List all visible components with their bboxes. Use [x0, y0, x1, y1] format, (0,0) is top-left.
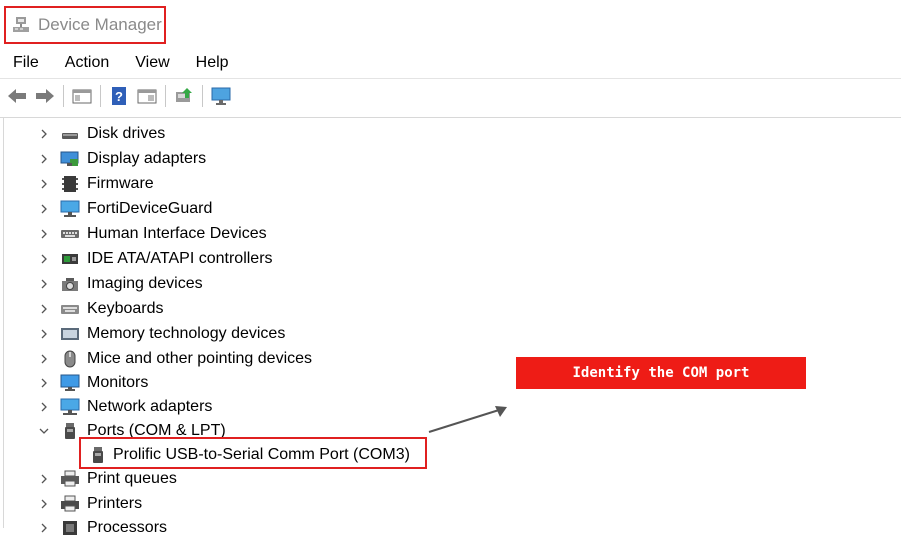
chevron-right-icon[interactable]	[38, 253, 50, 265]
title-highlight-box: Device Manager	[4, 6, 166, 44]
chevron-right-icon[interactable]	[38, 473, 50, 485]
printer-icon	[61, 495, 79, 512]
tree-item-label: Monitors	[87, 374, 149, 391]
chevron-right-icon[interactable]	[38, 228, 50, 240]
chevron-right-icon[interactable]	[38, 303, 50, 315]
toolbar-separator	[63, 85, 64, 107]
window-title: Device Manager	[38, 15, 162, 34]
tree-top-border	[0, 117, 901, 118]
toolbar-separator	[100, 85, 101, 107]
monitor-icon	[60, 374, 80, 391]
hid-icon	[61, 230, 79, 238]
chevron-down-icon[interactable]	[38, 425, 50, 437]
tree-item-label: Disk drives	[87, 125, 166, 142]
firmware-icon	[62, 176, 78, 192]
chevron-right-icon[interactable]	[38, 128, 50, 140]
chevron-right-icon[interactable]	[38, 278, 50, 290]
display-adapter-icon	[60, 151, 79, 166]
update-driver-icon[interactable]	[171, 83, 197, 109]
arrow-icon	[428, 406, 507, 433]
toolbar: ?	[4, 82, 236, 110]
tree-left-border	[3, 117, 4, 528]
menu-bar: File Action View Help	[0, 50, 242, 76]
back-arrow-icon[interactable]	[4, 83, 30, 109]
tree-item-label: Imaging devices	[87, 275, 203, 292]
callout-label: Identify the COM port	[516, 357, 806, 389]
tree-item-label: Mice and other pointing devices	[87, 350, 313, 367]
chevron-right-icon[interactable]	[38, 153, 50, 165]
tree-item-label: Keyboards	[87, 300, 164, 317]
chevron-right-icon[interactable]	[38, 498, 50, 510]
print-queue-icon	[61, 470, 79, 487]
memory-device-icon	[61, 328, 79, 340]
tree-item-label: Printers	[87, 495, 143, 512]
tree-item-label: IDE ATA/ATAPI controllers	[87, 250, 273, 267]
forward-arrow-icon[interactable]	[32, 83, 58, 109]
tree-item-label: FortiDeviceGuard	[87, 200, 213, 217]
port-icon	[65, 423, 75, 439]
scan-hardware-changes-icon[interactable]	[208, 83, 234, 109]
svg-text:?: ?	[115, 89, 123, 104]
com-port-highlight-box	[79, 437, 427, 469]
chevron-right-icon[interactable]	[38, 353, 50, 365]
tree-item-label: Firmware	[87, 175, 154, 192]
menu-view[interactable]: View	[122, 54, 182, 72]
device-manager-icon	[12, 16, 30, 34]
chevron-right-icon[interactable]	[38, 178, 50, 190]
ide-controller-icon	[62, 254, 78, 264]
tree-item-label: Human Interface Devices	[87, 225, 267, 242]
imaging-device-icon	[62, 278, 78, 291]
chevron-right-icon[interactable]	[38, 377, 50, 389]
show-hide-console-tree-icon[interactable]	[69, 83, 95, 109]
chevron-right-icon[interactable]	[38, 522, 50, 534]
disk-drive-icon	[62, 133, 78, 139]
menu-help[interactable]: Help	[183, 54, 242, 72]
tree-item-label: Memory technology devices	[87, 325, 286, 342]
processor-icon	[63, 521, 77, 535]
menu-file[interactable]: File	[0, 54, 52, 72]
menu-divider	[0, 78, 901, 79]
menu-action[interactable]: Action	[52, 54, 122, 72]
chevron-right-icon[interactable]	[38, 328, 50, 340]
tree-item-label: Print queues	[87, 470, 177, 487]
tree-item-label: Network adapters	[87, 398, 213, 415]
title-bar: Device Manager	[0, 0, 901, 46]
toolbar-separator	[202, 85, 203, 107]
keyboard-icon	[61, 305, 79, 314]
properties-icon[interactable]	[134, 83, 160, 109]
chevron-right-icon[interactable]	[38, 203, 50, 215]
tree-item-label: Display adapters	[87, 150, 207, 167]
chevron-right-icon[interactable]	[38, 401, 50, 413]
mouse-icon	[64, 350, 76, 368]
tree-item-label: Processors	[87, 519, 168, 536]
fortidevice-icon	[60, 200, 80, 217]
network-adapter-icon	[60, 398, 80, 415]
help-icon[interactable]: ?	[106, 83, 132, 109]
toolbar-separator	[165, 85, 166, 107]
